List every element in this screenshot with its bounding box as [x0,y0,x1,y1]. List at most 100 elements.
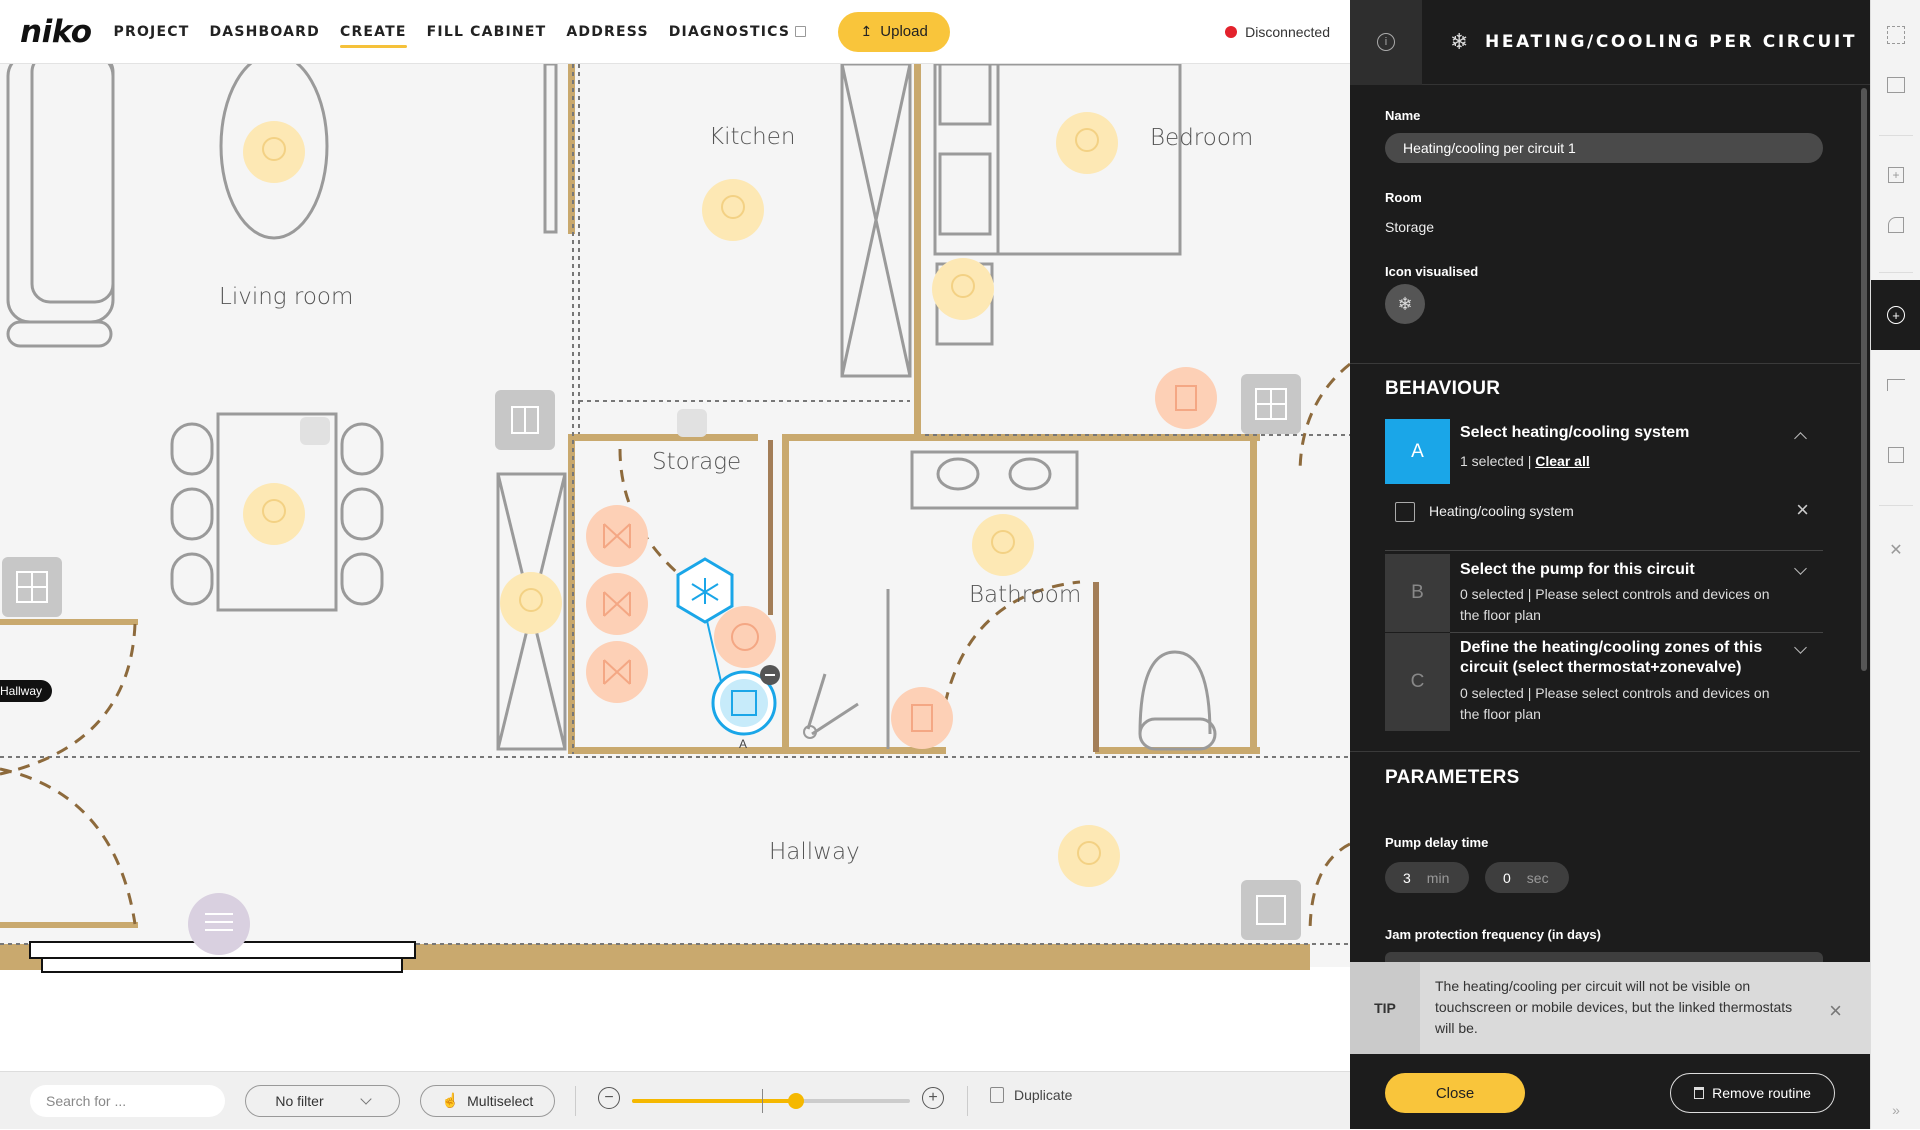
zoom-out-icon[interactable]: − [598,1087,620,1109]
external-link-icon [795,26,807,37]
heating-system-icon [1395,502,1415,522]
calendar-icon[interactable] [1871,420,1920,490]
name-label: Name [1385,108,1421,123]
hallway-tag[interactable]: Hallway [0,680,53,702]
niko-logo[interactable]: niko [20,14,92,50]
remove-routine-button[interactable]: Remove routine [1670,1073,1835,1113]
zoom-in-icon[interactable]: + [922,1087,944,1109]
behaviour-c[interactable]: C Define the heating/cooling zones of th… [1385,633,1823,731]
room-value: Storage [1385,219,1435,235]
nav-dashboard[interactable]: DASHBOARD [209,0,320,64]
panel-title: ❄ HEATING/COOLING PER CIRCUIT [1450,30,1857,55]
close-icon[interactable]: × [1829,998,1842,1024]
rail-divider [1879,135,1913,136]
room-label-living-room[interactable]: Living room [219,284,353,310]
behaviour-b-subtitle: 0 selected | Please select controls and … [1460,586,1770,623]
filter-dropdown[interactable]: No filter [245,1084,400,1117]
zoom-slider[interactable] [632,1089,910,1113]
nav-diagnostics[interactable]: DIAGNOSTICS [668,0,807,64]
duplicate-label: Duplicate [1014,1087,1073,1103]
chevron-down-icon[interactable] [1794,562,1807,575]
behaviour-b-title: Select the pump for this circuit [1460,561,1695,578]
room-label-kitchen[interactable]: Kitchen [709,124,795,150]
room-label-bathroom[interactable]: Bathroom [969,582,1081,608]
tip-label: TIP [1350,962,1420,1054]
map-icon[interactable] [1871,50,1920,120]
room-label-hallway[interactable]: Hallway [769,839,860,865]
selected-device-tag: A [739,737,748,751]
selected-item-heating-system: Heating/cooling system [1429,503,1574,519]
nav-create[interactable]: CREATE [339,0,407,64]
behaviour-a-selected-count: 1 selected | [1460,453,1536,469]
chevron-down-icon[interactable] [1794,641,1807,654]
multiselect-button[interactable]: ☝ Multiselect [420,1084,555,1117]
room-label: Room [1385,190,1422,205]
parameters-heading: PARAMETERS [1385,767,1520,788]
zoom-slider-handle[interactable] [788,1093,805,1109]
clear-all-link[interactable]: Clear all [1535,453,1589,469]
nav-project[interactable]: PROJECT [114,0,190,64]
connections-icon[interactable] [1871,350,1920,420]
item-divider [1385,550,1823,551]
section-divider [1350,751,1860,752]
remove-routine-label: Remove routine [1712,1085,1811,1101]
copy-icon [990,1087,1004,1103]
chevron-up-icon[interactable] [1794,432,1807,445]
tip-box: TIP The heating/cooling per circuit will… [1350,962,1870,1054]
upload-button[interactable]: ↥ Upload [838,11,951,52]
toolbar-divider [575,1085,576,1116]
add-routine-icon[interactable]: + [1871,280,1920,350]
chevron-down-icon [359,1092,372,1105]
toolbar-divider [967,1086,968,1116]
upload-label: Upload [880,23,928,40]
icon-visualised-picker[interactable]: ❄ [1385,284,1425,324]
pump-delay-seconds-input[interactable]: 0 sec [1485,862,1569,893]
nav-diagnostics-label: DIAGNOSTICS [668,23,791,40]
jam-protection-label: Jam protection frequency (in days) [1385,927,1601,942]
behaviour-b[interactable]: B Select the pump for this circuit 0 sel… [1385,554,1823,633]
behaviour-heading: BEHAVIOUR [1385,378,1501,399]
nav-fill-cabinet[interactable]: FILL CABINET [427,0,547,64]
add-shapes-icon[interactable] [1871,190,1920,260]
heating-cooling-icon: ❄ [1450,29,1472,55]
search-input[interactable] [30,1084,225,1117]
rail-divider [1879,272,1913,273]
duplicate-button[interactable]: Duplicate [990,1087,1072,1103]
remove-item-close-icon[interactable]: × [1796,497,1809,523]
pump-delay-minutes-input[interactable]: 3 min [1385,862,1469,893]
icon-visualised-label: Icon visualised [1385,264,1479,279]
section-divider [1350,363,1860,364]
behaviour-a-letter: A [1385,419,1450,484]
floor-plan-canvas[interactable]: Kitchen Bedroom Living room Storage Bath… [0,64,1350,1071]
behaviour-b-letter: B [1385,554,1450,632]
top-navigation-bar: niko PROJECT DASHBOARD CREATE FILL CABIN… [0,0,1350,64]
info-tab[interactable]: i [1350,0,1422,85]
panel-header: i ❄ HEATING/COOLING PER CIRCUIT [1350,0,1870,85]
pump-delay-minutes-value: 3 [1403,869,1411,886]
connection-status: Disconnected [1225,24,1330,40]
right-tool-rail: + + ✕ » [1870,0,1920,1129]
seconds-unit: sec [1526,869,1549,886]
behaviour-c-letter: C [1385,633,1450,731]
tip-text: The heating/cooling per circuit will not… [1435,978,1793,1036]
room-label-storage[interactable]: Storage [652,449,741,475]
multiselect-label: Multiselect [467,1092,534,1109]
panel-scrollbar[interactable] [1861,88,1867,671]
collapse-panel-icon[interactable]: » [1871,1090,1920,1130]
name-field[interactable] [1385,133,1823,163]
tools-icon[interactable]: ✕ [1871,515,1920,585]
zoom-slider-fill [632,1099,797,1103]
behaviour-a-title: Select heating/cooling system [1460,424,1690,441]
status-dot-icon [1225,25,1238,38]
behaviour-a[interactable]: A Select heating/cooling system 1 select… [1385,419,1823,551]
floor-plan-drawing [0,64,1350,973]
minutes-unit: min [1426,869,1450,886]
behaviour-c-subtitle: 0 selected | Please select controls and … [1460,685,1770,722]
room-label-bedroom[interactable]: Bedroom [1150,125,1253,151]
routine-settings-panel: i ❄ HEATING/COOLING PER CIRCUIT Name Roo… [1350,0,1870,1129]
pump-delay-label: Pump delay time [1385,835,1489,850]
upload-icon: ↥ [860,23,873,39]
nav-address[interactable]: ADDRESS [566,0,648,64]
behaviour-a-selection: 1 selected | Clear all [1460,451,1790,472]
close-button[interactable]: Close [1385,1073,1525,1113]
